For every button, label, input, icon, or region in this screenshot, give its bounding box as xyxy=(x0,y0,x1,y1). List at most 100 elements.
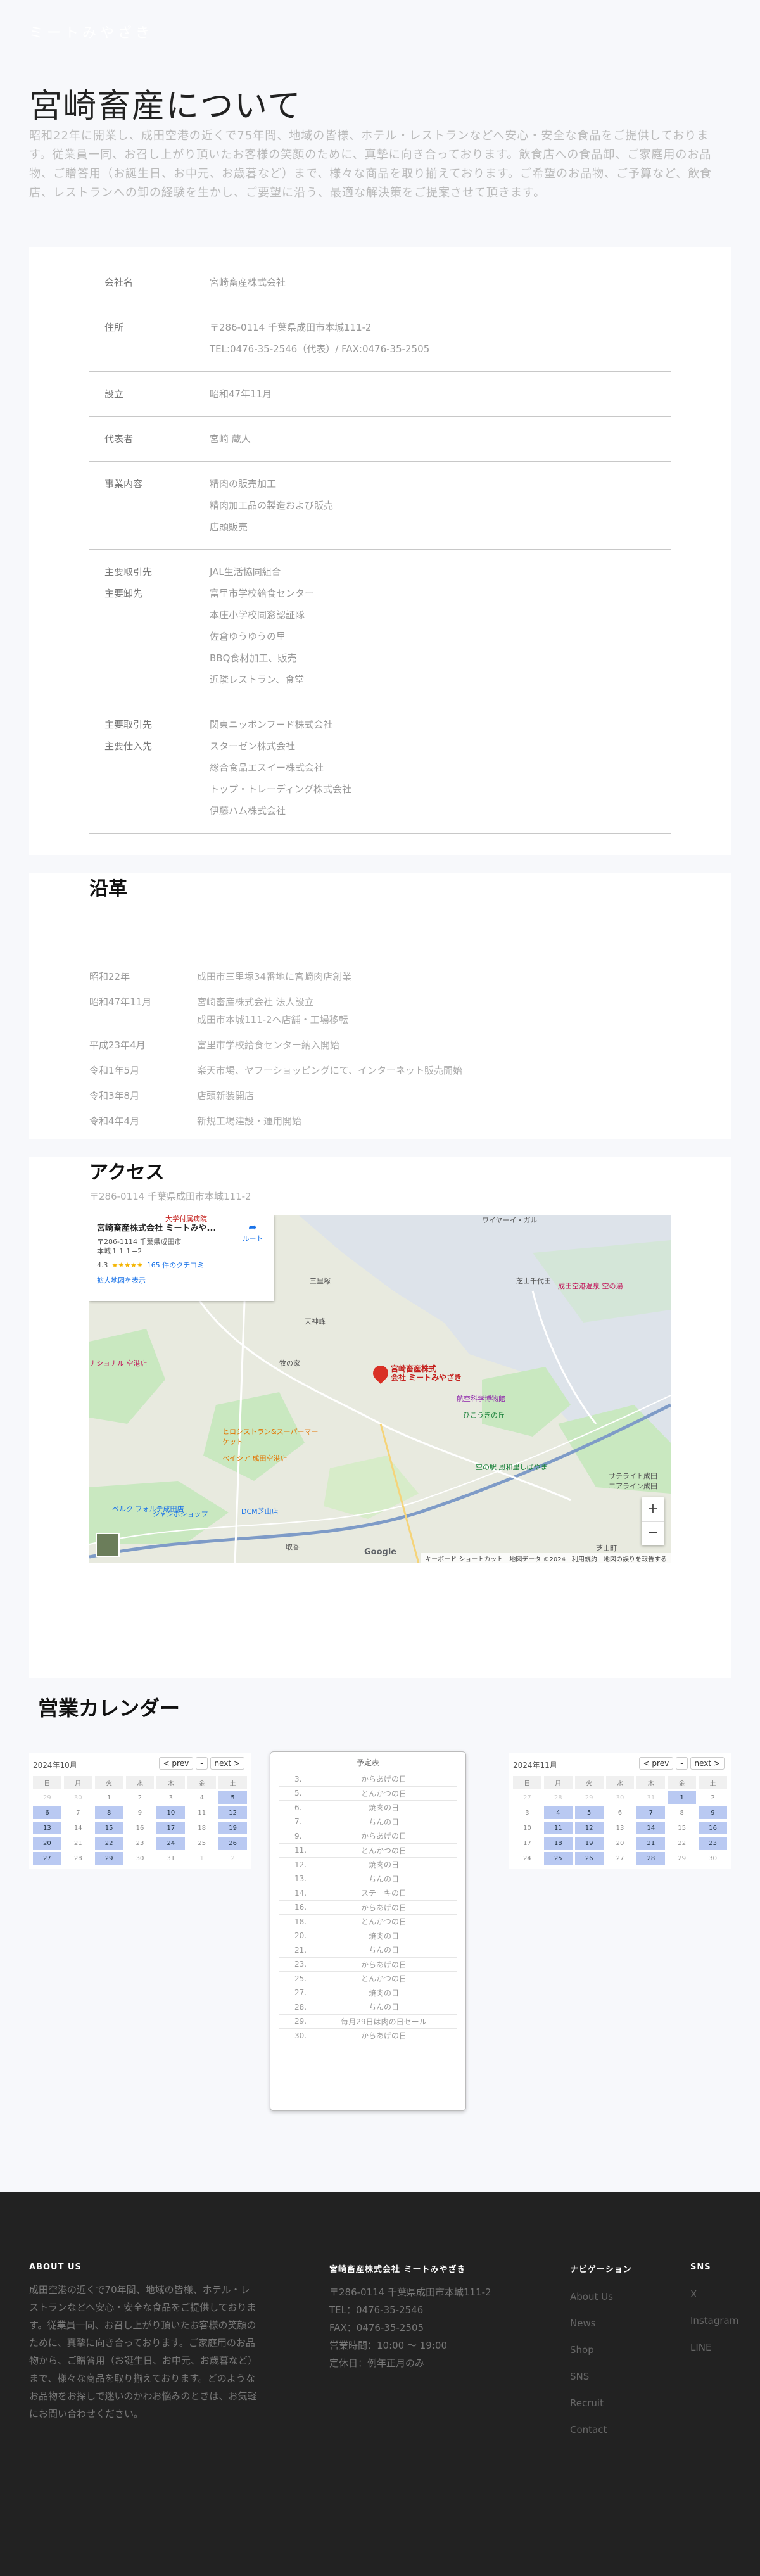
calendar-next-button[interactable]: next > xyxy=(690,1757,725,1770)
footer-sns-link[interactable]: Instagram xyxy=(690,2307,738,2334)
footer-sns-link[interactable]: X xyxy=(690,2281,738,2307)
calendar-day[interactable]: 10 xyxy=(513,1822,542,1834)
satellite-toggle[interactable] xyxy=(96,1533,120,1557)
calendar-prev-button[interactable]: < prev xyxy=(158,1757,194,1770)
footer-nav-link[interactable]: About Us xyxy=(570,2283,632,2310)
calendar-day[interactable]: 7 xyxy=(636,1806,666,1819)
calendar-day[interactable]: 29 xyxy=(668,1852,696,1865)
calendar-day[interactable]: 9 xyxy=(126,1806,155,1819)
calendar-day[interactable]: 12 xyxy=(218,1806,247,1819)
calendar-day[interactable]: 26 xyxy=(574,1852,604,1865)
calendar-day[interactable]: 12 xyxy=(574,1822,604,1834)
map-shortcuts-link[interactable]: キーボード ショートカット xyxy=(425,1554,503,1563)
calendar-day[interactable]: 2 xyxy=(218,1852,247,1865)
calendar-day[interactable]: 9 xyxy=(699,1806,727,1819)
calendar-day[interactable]: 30 xyxy=(699,1852,727,1865)
event-row[interactable]: 18. とんかつの日 xyxy=(279,1915,457,1929)
calendar-day[interactable]: 30 xyxy=(64,1791,92,1804)
zoom-in-icon[interactable]: + xyxy=(642,1497,664,1521)
calendar-day[interactable]: 8 xyxy=(668,1806,696,1819)
event-row[interactable]: 28. ちんの日 xyxy=(279,2000,457,2015)
calendar-day[interactable]: 21 xyxy=(64,1837,92,1850)
event-row[interactable]: 14. ステーキの日 xyxy=(279,1886,457,1901)
event-row[interactable]: 9. からあげの日 xyxy=(279,1829,457,1844)
calendar-day[interactable]: 3 xyxy=(513,1806,542,1819)
calendar-day[interactable]: 11 xyxy=(187,1806,216,1819)
calendar-day[interactable]: 14 xyxy=(636,1822,666,1834)
calendar-prev-button[interactable]: < prev xyxy=(638,1757,674,1770)
calendar-day[interactable]: 3 xyxy=(156,1791,185,1804)
zoom-out-icon[interactable]: − xyxy=(642,1521,664,1545)
event-row[interactable]: 5. とんかつの日 xyxy=(279,1787,457,1801)
event-row[interactable]: 16. からあげの日 xyxy=(279,1901,457,1915)
calendar-day[interactable]: 5 xyxy=(218,1791,247,1804)
map-terms-link[interactable]: 利用規約 xyxy=(572,1554,597,1563)
calendar-day[interactable]: 25 xyxy=(543,1852,573,1865)
calendar-day[interactable]: 28 xyxy=(636,1852,666,1865)
calendar-day[interactable]: 20 xyxy=(33,1837,61,1850)
calendar-day[interactable]: 13 xyxy=(606,1822,635,1834)
calendar-day[interactable]: 21 xyxy=(636,1837,666,1850)
calendar-day[interactable]: 17 xyxy=(156,1822,186,1834)
site-logo[interactable]: ミートみやざき xyxy=(29,22,153,42)
google-map[interactable]: 宮崎畜産株式会社 ミートみや... 〒286-1114 千葉県成田市本城１１１−… xyxy=(89,1215,671,1563)
calendar-day[interactable]: 4 xyxy=(543,1806,573,1819)
calendar-day[interactable]: 2 xyxy=(126,1791,155,1804)
calendar-day[interactable]: 22 xyxy=(94,1837,124,1850)
calendar-today-button[interactable]: - xyxy=(196,1757,208,1770)
event-row[interactable]: 20. 焼肉の日 xyxy=(279,1929,457,1943)
calendar-day[interactable]: 2 xyxy=(699,1791,727,1804)
calendar-day[interactable]: 23 xyxy=(699,1837,727,1850)
calendar-day[interactable]: 6 xyxy=(606,1806,635,1819)
calendar-day[interactable]: 20 xyxy=(606,1837,635,1850)
event-row[interactable]: 3. からあげの日 xyxy=(279,1772,457,1787)
calendar-day[interactable]: 18 xyxy=(187,1822,216,1834)
calendar-day[interactable]: 11 xyxy=(543,1822,573,1834)
calendar-day[interactable]: 18 xyxy=(543,1837,573,1850)
calendar-day[interactable]: 16 xyxy=(699,1822,727,1834)
map-enlarge-link[interactable]: 拡大地図を表示 xyxy=(97,1275,267,1285)
calendar-day[interactable]: 29 xyxy=(575,1791,604,1804)
calendar-day[interactable]: 19 xyxy=(574,1837,604,1850)
calendar-day[interactable]: 31 xyxy=(636,1791,665,1804)
calendar-day[interactable]: 17 xyxy=(513,1837,542,1850)
footer-nav-link[interactable]: News xyxy=(570,2310,632,2337)
footer-nav-link[interactable]: SNS xyxy=(570,2363,632,2390)
calendar-day[interactable]: 8 xyxy=(94,1806,124,1819)
footer-nav-link[interactable]: Shop xyxy=(570,2337,632,2363)
event-row[interactable]: 23. からあげの日 xyxy=(279,1958,457,1972)
calendar-day[interactable]: 24 xyxy=(513,1852,542,1865)
calendar-day[interactable]: 19 xyxy=(218,1822,247,1834)
calendar-day[interactable]: 4 xyxy=(187,1791,216,1804)
calendar-day[interactable]: 29 xyxy=(33,1791,61,1804)
event-row[interactable]: 6. 焼肉の日 xyxy=(279,1801,457,1815)
calendar-day[interactable]: 30 xyxy=(606,1791,635,1804)
calendar-day[interactable]: 13 xyxy=(33,1822,61,1834)
calendar-day[interactable]: 22 xyxy=(668,1837,696,1850)
event-row[interactable]: 30. からあげの日 xyxy=(279,2029,457,2043)
calendar-day[interactable]: 24 xyxy=(156,1837,186,1850)
calendar-today-button[interactable]: - xyxy=(676,1757,688,1770)
calendar-day[interactable]: 10 xyxy=(156,1806,186,1819)
footer-nav-link[interactable]: Recruit xyxy=(570,2390,632,2416)
calendar-next-button[interactable]: next > xyxy=(210,1757,244,1770)
calendar-day[interactable]: 15 xyxy=(94,1822,124,1834)
event-row[interactable]: 27. 焼肉の日 xyxy=(279,1986,457,2000)
calendar-day[interactable]: 7 xyxy=(64,1806,92,1819)
calendar-day[interactable]: 28 xyxy=(544,1791,573,1804)
event-row[interactable]: 21. ちんの日 xyxy=(279,1943,457,1958)
calendar-day[interactable]: 5 xyxy=(574,1806,604,1819)
footer-nav-link[interactable]: Contact xyxy=(570,2416,632,2443)
event-row[interactable]: 11. とんかつの日 xyxy=(279,1844,457,1858)
calendar-day[interactable]: 1 xyxy=(668,1791,697,1804)
calendar-day[interactable]: 16 xyxy=(126,1822,155,1834)
map-report-link[interactable]: 地図の誤りを報告する xyxy=(604,1554,667,1563)
map-reviews-link[interactable]: 165 件のクチコミ xyxy=(147,1260,205,1270)
calendar-day[interactable]: 25 xyxy=(187,1837,216,1850)
calendar-day[interactable]: 14 xyxy=(64,1822,92,1834)
footer-sns-link[interactable]: LINE xyxy=(690,2334,738,2361)
calendar-day[interactable]: 29 xyxy=(94,1852,124,1865)
event-row[interactable]: 13. ちんの日 xyxy=(279,1872,457,1886)
calendar-day[interactable]: 28 xyxy=(64,1852,92,1865)
calendar-day[interactable]: 6 xyxy=(33,1806,61,1819)
